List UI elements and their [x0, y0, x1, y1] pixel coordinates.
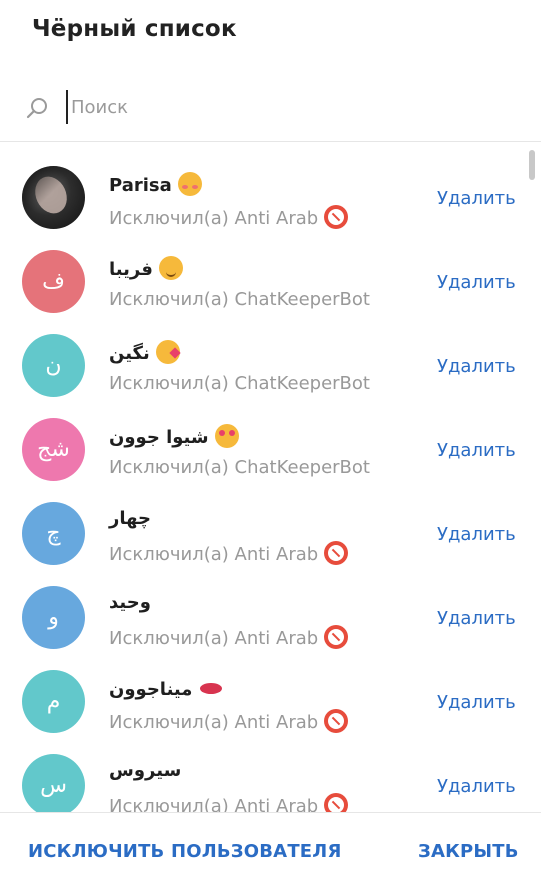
search-icon — [26, 98, 47, 119]
search-input[interactable] — [66, 90, 511, 124]
avatar-initials: ن — [45, 353, 62, 378]
avatar[interactable]: و — [22, 586, 85, 649]
close-button[interactable]: ЗАКРЫТЬ — [418, 841, 519, 862]
avatar[interactable]: چ — [22, 502, 85, 565]
remove-button[interactable]: Удалить — [437, 776, 516, 797]
kiss-mark-icon — [198, 676, 224, 700]
user-name-text: Parisa — [109, 175, 172, 196]
avatar-initials: م — [46, 689, 61, 714]
list-item[interactable]: چ چهار Исключил(а) Anti Arab Удалить — [0, 480, 525, 565]
search-bar — [0, 78, 541, 140]
list-item[interactable]: Parisa Исключил(а) Anti Arab Удалить — [0, 144, 525, 229]
user-name-text: نگین — [109, 343, 150, 364]
remove-button[interactable]: Удалить — [437, 356, 516, 377]
relieved-face-icon — [158, 256, 183, 280]
list-item[interactable]: و وحید Исключил(а) Anti Arab Удалить — [0, 564, 525, 649]
avatar[interactable] — [22, 166, 85, 229]
removed-by-text: Исключил(а) ChatKeeperBot — [109, 457, 370, 478]
user-name: فریبا — [109, 256, 183, 280]
avatar[interactable]: ن — [22, 334, 85, 397]
avatar[interactable]: س — [22, 754, 85, 812]
kick-user-button[interactable]: ИСКЛЮЧИТЬ ПОЛЬЗОВАТЕЛЯ — [28, 841, 342, 862]
no-entry-icon — [324, 709, 349, 733]
no-entry-icon — [324, 625, 349, 649]
removed-by-text: Исключил(а) ChatKeeperBot — [109, 373, 370, 394]
scrollbar[interactable] — [529, 150, 535, 180]
no-entry-icon — [324, 793, 349, 812]
removed-by-text: Исключил(а) Anti Arab — [109, 712, 319, 733]
avatar[interactable]: شج — [22, 418, 85, 481]
list-item[interactable]: ف فریبا Исключил(а) ChatKeeperBot Удалить — [0, 228, 525, 313]
avatar-initials: ف — [42, 269, 65, 294]
no-entry-icon — [324, 205, 349, 229]
remove-button[interactable]: Удалить — [437, 608, 516, 629]
removed-by-label: Исключил(а) Anti Arab — [109, 709, 349, 733]
user-name-text: فریبا — [109, 259, 153, 280]
removed-by-label: Исключил(а) ChatKeeperBot — [109, 373, 370, 394]
removed-by-label: Исключил(а) Anti Arab — [109, 793, 349, 812]
removed-by-label: Исключил(а) Anti Arab — [109, 541, 349, 565]
removed-by-text: Исключил(а) ChatKeeperBot — [109, 289, 370, 310]
avatar-initials: شج — [37, 437, 70, 462]
avatar-initials: چ — [46, 521, 61, 546]
removed-by-text: Исключил(а) Anti Arab — [109, 544, 319, 565]
list-item[interactable]: ن نگین Исключил(а) ChatKeeperBot Удалить — [0, 312, 525, 397]
avatar-initials: س — [40, 773, 67, 798]
user-name-text: شیوا جوون — [109, 427, 209, 448]
user-name: چهار — [109, 508, 151, 529]
dialog-footer: ИСКЛЮЧИТЬ ПОЛЬЗОВАТЕЛЯ ЗАКРЫТЬ — [0, 813, 541, 893]
list-item[interactable]: س سیروس Исключил(а) Anti Arab Удалить — [0, 732, 525, 812]
user-name-text: میناجوون — [109, 679, 193, 700]
avatar[interactable]: م — [22, 670, 85, 733]
face-blowing-kiss-icon — [155, 340, 180, 364]
remove-button[interactable]: Удалить — [437, 440, 516, 461]
user-name: شیوا جوون — [109, 424, 239, 448]
removed-by-text: Исключил(а) Anti Arab — [109, 796, 319, 812]
blacklist-list[interactable]: Parisa Исключил(а) Anti Arab Удалить ف فریبا… — [0, 142, 541, 812]
removed-by-label: Исключил(а) Anti Arab — [109, 205, 349, 229]
user-name: وحید — [109, 592, 151, 613]
user-name: نگین — [109, 340, 180, 364]
removed-by-label: Исключил(а) Anti Arab — [109, 625, 349, 649]
removed-by-label: Исключил(а) ChatKeeperBot — [109, 457, 370, 478]
user-name: میناجوون — [109, 676, 224, 700]
user-name-text: چهار — [109, 508, 151, 529]
smiling-face-with-hearts-icon — [177, 172, 202, 196]
user-name: سیروس — [109, 760, 181, 781]
removed-by-label: Исключил(а) ChatKeeperBot — [109, 289, 370, 310]
list-item[interactable]: م میناجوون Исключил(а) Anti Arab Удалить — [0, 648, 525, 733]
user-name-text: سیروس — [109, 760, 182, 781]
remove-button[interactable]: Удалить — [437, 692, 516, 713]
avatar-initials: و — [48, 605, 59, 630]
user-name: Parisa — [109, 172, 202, 196]
user-name-text: وحید — [109, 592, 151, 613]
dialog-header: Чёрный список — [0, 0, 541, 70]
dialog-title: Чёрный список — [32, 16, 237, 42]
remove-button[interactable]: Удалить — [437, 524, 516, 545]
remove-button[interactable]: Удалить — [437, 188, 516, 209]
removed-by-text: Исключил(а) Anti Arab — [109, 208, 319, 229]
no-entry-icon — [324, 541, 349, 565]
remove-button[interactable]: Удалить — [437, 272, 516, 293]
removed-by-text: Исключил(а) Anti Arab — [109, 628, 319, 649]
list-item[interactable]: شج شیوا جوون Исключил(а) ChatKeeperBot Удал… — [0, 396, 525, 481]
avatar[interactable]: ف — [22, 250, 85, 313]
heart-eyes-icon — [214, 424, 239, 448]
